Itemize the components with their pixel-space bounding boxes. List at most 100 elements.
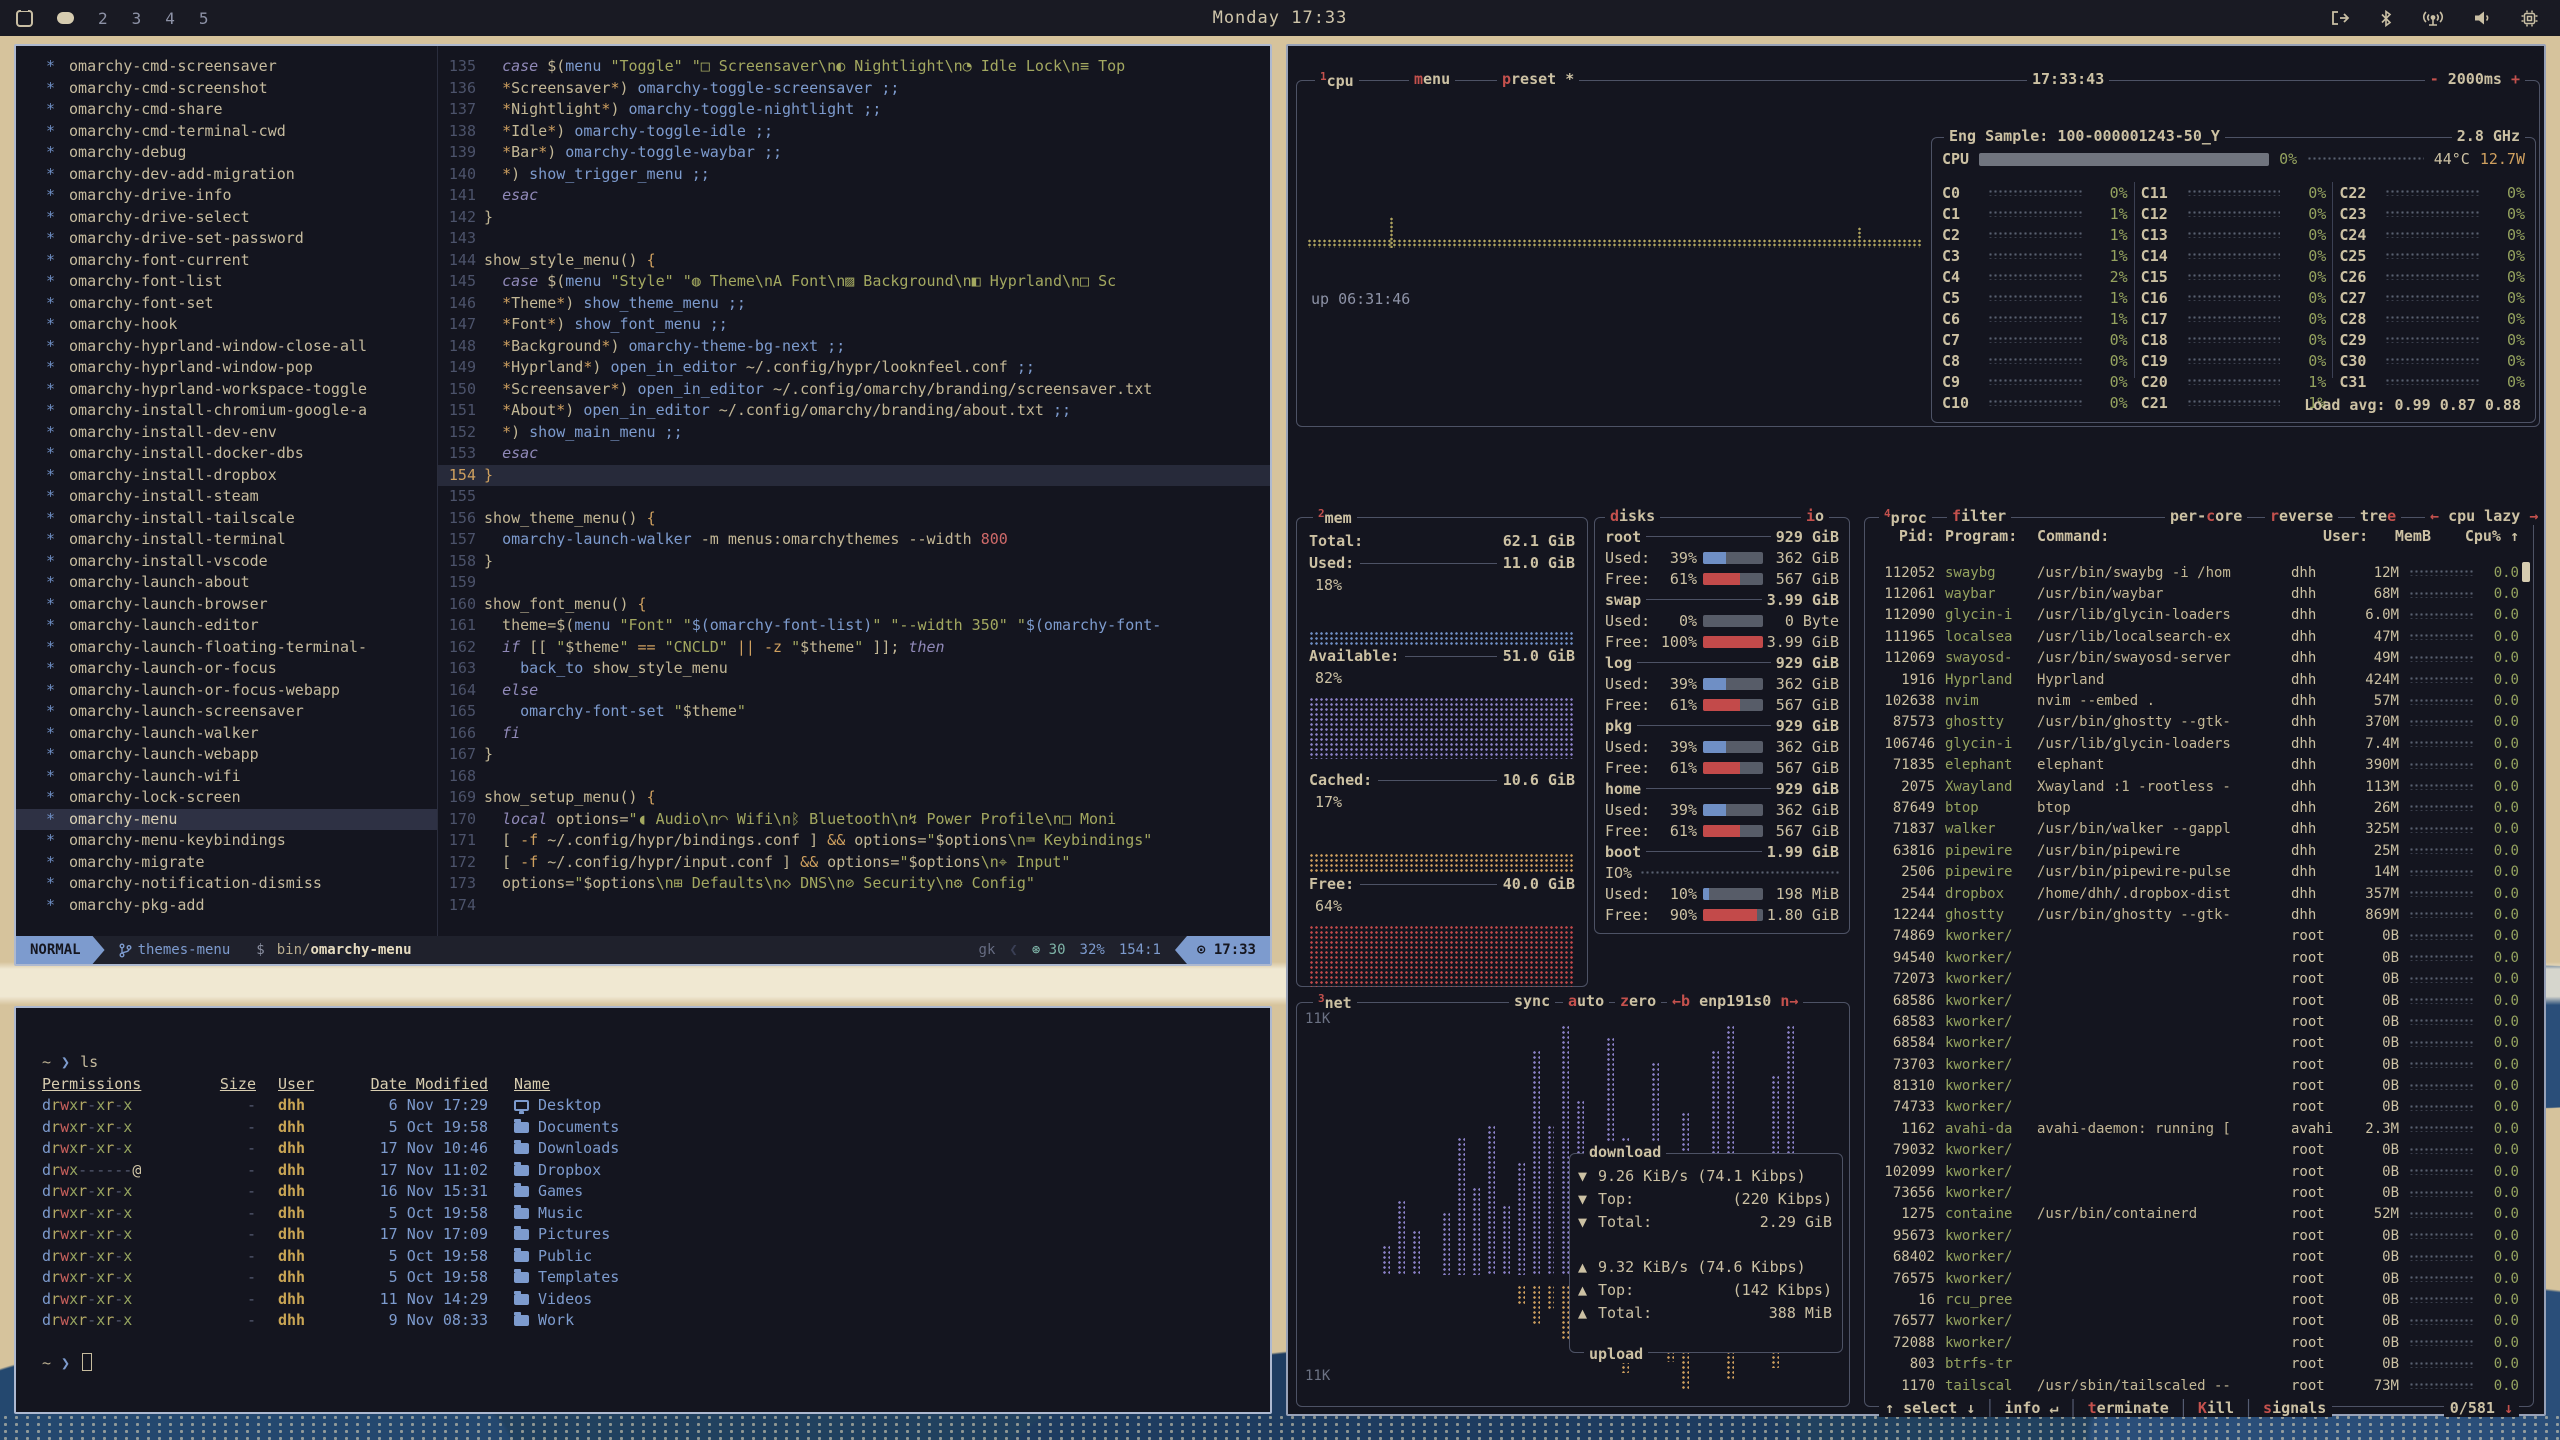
preset-button[interactable]: preset * [1497, 70, 1579, 88]
net-interface-switcher[interactable]: ←b enp191s0 n→ [1667, 992, 1803, 1010]
file-item[interactable]: *omarchy-install-dev-env [16, 422, 437, 444]
file-item[interactable]: *omarchy-debug [16, 142, 437, 164]
proc-per-core-toggle[interactable]: per-core [2165, 507, 2247, 525]
file-item[interactable]: *omarchy-menu [16, 809, 437, 831]
process-row[interactable]: 68402kworker/root0B0.0 [1873, 1247, 2519, 1268]
file-item[interactable]: *omarchy-launch-screensaver [16, 701, 437, 723]
file-list-pane[interactable]: *omarchy-cmd-screensaver*omarchy-cmd-scr… [16, 46, 438, 936]
process-row[interactable]: 12244ghostty/usr/bin/ghostty --gtk-dhh86… [1873, 904, 2519, 925]
file-item[interactable]: *omarchy-install-chromium-google-a [16, 400, 437, 422]
file-item[interactable]: *omarchy-launch-wifi [16, 766, 437, 788]
file-item[interactable]: *omarchy-launch-webapp [16, 744, 437, 766]
process-row[interactable]: 102099kworker/root0B0.0 [1873, 1161, 2519, 1182]
file-item[interactable]: *omarchy-install-vscode [16, 551, 437, 573]
net-auto-toggle[interactable]: auto [1563, 992, 1609, 1010]
process-row[interactable]: 112090glycin-i/usr/lib/glycin-loadersdhh… [1873, 605, 2519, 626]
proc-select-hint[interactable]: ↑ select ↓ [1885, 1399, 1975, 1417]
file-item[interactable]: *omarchy-install-dropbox [16, 465, 437, 487]
file-item[interactable]: *omarchy-dev-add-migration [16, 164, 437, 186]
process-row[interactable]: 1275containe/usr/bin/containerdroot52M0.… [1873, 1204, 2519, 1225]
file-item[interactable]: *omarchy-hook [16, 314, 437, 336]
file-item[interactable]: *omarchy-cmd-screenshot [16, 78, 437, 100]
proc-info-button[interactable]: info ↵ [2004, 1399, 2058, 1417]
network-icon[interactable] [2422, 10, 2444, 26]
process-row[interactable]: 76577kworker/root0B0.0 [1873, 1311, 2519, 1332]
process-row[interactable]: 2075XwaylandXwayland :1 -rootless -dhh11… [1873, 776, 2519, 797]
disks-panel-title[interactable]: disks [1605, 507, 1660, 525]
file-item[interactable]: *omarchy-install-steam [16, 486, 437, 508]
file-item[interactable]: *omarchy-install-docker-dbs [16, 443, 437, 465]
process-row[interactable]: 79032kworker/root0B0.0 [1873, 1140, 2519, 1161]
file-item[interactable]: *omarchy-pkg-add [16, 895, 437, 917]
file-item[interactable]: *omarchy-font-set [16, 293, 437, 315]
file-item[interactable]: *omarchy-cmd-terminal-cwd [16, 121, 437, 143]
process-row[interactable]: 73656kworker/root0B0.0 [1873, 1182, 2519, 1203]
file-item[interactable]: *omarchy-cmd-share [16, 99, 437, 121]
process-row[interactable]: 87649btopbtopdhh26M0.0 [1873, 797, 2519, 818]
process-row[interactable]: 68583kworker/root0B0.0 [1873, 1011, 2519, 1032]
file-item[interactable]: *omarchy-install-tailscale [16, 508, 437, 530]
proc-sort-selector[interactable]: ← cpu lazy → [2425, 507, 2543, 525]
proc-terminate-button[interactable]: terminate [2088, 1399, 2169, 1417]
process-row[interactable]: 76575kworker/root0B0.0 [1873, 1268, 2519, 1289]
process-row[interactable]: 68584kworker/root0B0.0 [1873, 1033, 2519, 1054]
process-row[interactable]: 1170tailscal/usr/sbin/tailscaled --root7… [1873, 1375, 2519, 1394]
process-row[interactable]: 1916HyprlandHyprlanddhh424M0.0 [1873, 669, 2519, 690]
proc-signals-button[interactable]: signals [2263, 1399, 2326, 1417]
code-pane[interactable]: 135 case $(menu "Toggle" "□ Screensaver\… [438, 46, 1270, 936]
proc-tree-toggle[interactable]: tree [2355, 507, 2401, 525]
process-row[interactable]: 112061waybar/usr/bin/waybardhh68M0.0 [1873, 583, 2519, 604]
process-row[interactable]: 72073kworker/root0B0.0 [1873, 968, 2519, 989]
file-item[interactable]: *omarchy-menu-keybindings [16, 830, 437, 852]
process-row[interactable]: 73703kworker/root0B0.0 [1873, 1054, 2519, 1075]
proc-reverse-toggle[interactable]: reverse [2265, 507, 2338, 525]
volume-icon[interactable] [2474, 10, 2491, 26]
network-panel-title[interactable]: 3net [1313, 992, 1357, 1012]
file-item[interactable]: *omarchy-migrate [16, 852, 437, 874]
file-item[interactable]: *omarchy-launch-or-focus-webapp [16, 680, 437, 702]
screencast-icon[interactable] [2331, 10, 2350, 26]
process-scrollbar[interactable] [2522, 562, 2530, 582]
process-row[interactable]: 87573ghostty/usr/bin/ghostty --gtk-dhh37… [1873, 712, 2519, 733]
process-row[interactable]: 1162avahi-daavahi-daemon: running [avahi… [1873, 1118, 2519, 1139]
memory-panel-title[interactable]: 2mem [1313, 507, 1357, 527]
process-row[interactable]: 102638nvimnvim --embed .dhh57M0.0 [1873, 690, 2519, 711]
process-row[interactable]: 112052swaybg/usr/bin/swaybg -i /homdhh12… [1873, 562, 2519, 583]
file-item[interactable]: *omarchy-launch-about [16, 572, 437, 594]
process-row[interactable]: 72088kworker/root0B0.0 [1873, 1332, 2519, 1353]
file-item[interactable]: *omarchy-cmd-screensaver [16, 56, 437, 78]
process-row[interactable]: 68586kworker/root0B0.0 [1873, 990, 2519, 1011]
file-item[interactable]: *omarchy-launch-or-focus [16, 658, 437, 680]
file-item[interactable]: *omarchy-launch-floating-terminal- [16, 637, 437, 659]
file-item[interactable]: *omarchy-drive-info [16, 185, 437, 207]
file-item[interactable]: *omarchy-hyprland-window-close-all [16, 336, 437, 358]
process-row[interactable]: 81310kworker/root0B0.0 [1873, 1075, 2519, 1096]
process-row[interactable]: 16rcu_preeroot0B0.0 [1873, 1289, 2519, 1310]
file-item[interactable]: *omarchy-launch-browser [16, 594, 437, 616]
file-item[interactable]: *omarchy-notification-dismiss [16, 873, 437, 895]
file-item[interactable]: *omarchy-launch-walker [16, 723, 437, 745]
terminal-window[interactable]: ~ ❯ ls Permissions Size User Date Modifi… [14, 1006, 1272, 1414]
cpu-icon[interactable] [2521, 10, 2538, 27]
process-row[interactable]: 94540kworker/root0B0.0 [1873, 947, 2519, 968]
file-item[interactable]: *omarchy-lock-screen [16, 787, 437, 809]
menu-button[interactable]: menu [1409, 70, 1455, 88]
disks-io-toggle[interactable]: io [1801, 507, 1829, 525]
file-item[interactable]: *omarchy-hyprland-window-pop [16, 357, 437, 379]
terminal-prompt-empty[interactable]: ~ ❯ [42, 1353, 1270, 1375]
process-row[interactable]: 74869kworker/root0B0.0 [1873, 926, 2519, 947]
file-item[interactable]: *omarchy-install-terminal [16, 529, 437, 551]
proc-filter-button[interactable]: filter [1947, 507, 2011, 525]
process-row[interactable]: 74733kworker/root0B0.0 [1873, 1097, 2519, 1118]
process-row[interactable]: 71835elephantelephantdhh390M0.0 [1873, 755, 2519, 776]
process-row[interactable]: 71837walker/usr/bin/walker --gappldhh325… [1873, 819, 2519, 840]
file-item[interactable]: *omarchy-drive-set-password [16, 228, 437, 250]
process-row[interactable]: 106746glycin-i/usr/lib/glycin-loadersdhh… [1873, 733, 2519, 754]
file-item[interactable]: *omarchy-drive-select [16, 207, 437, 229]
process-row[interactable]: 63816pipewire/usr/bin/pipewiredhh25M0.0 [1873, 840, 2519, 861]
process-row[interactable]: 112069swayosd-/usr/bin/swayosd-serverdhh… [1873, 648, 2519, 669]
process-row[interactable]: 95673kworker/root0B0.0 [1873, 1225, 2519, 1246]
file-item[interactable]: *omarchy-launch-editor [16, 615, 437, 637]
proc-kill-button[interactable]: Kill [2198, 1399, 2234, 1417]
file-item[interactable]: *omarchy-hyprland-workspace-toggle [16, 379, 437, 401]
